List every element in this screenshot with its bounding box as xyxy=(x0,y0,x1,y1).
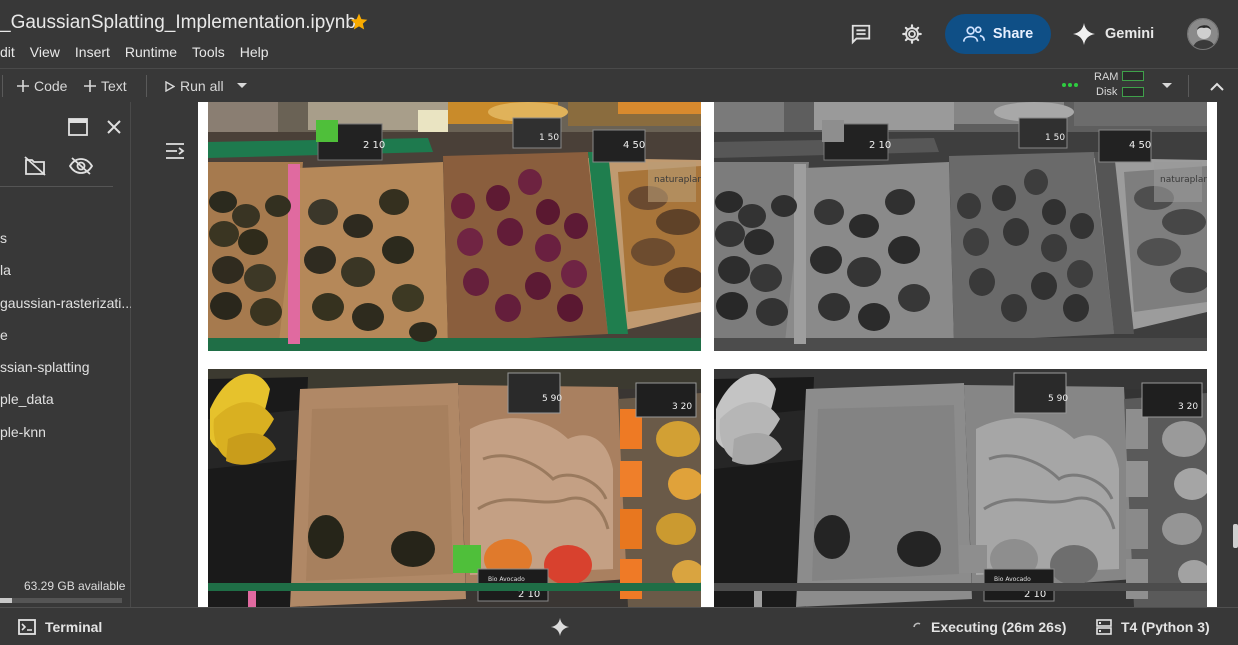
resources-indicator[interactable]: RAM Disk xyxy=(1062,69,1158,103)
chevron-up-icon xyxy=(1210,82,1224,91)
price-tag-text: 4 50 xyxy=(623,140,645,151)
menu-runtime[interactable]: Runtime xyxy=(125,44,177,62)
menu-tools[interactable]: Tools xyxy=(192,44,225,62)
price-tag-text: 1 50 xyxy=(1045,133,1065,143)
gemini-sparkle-icon xyxy=(1073,23,1095,45)
file-item[interactable]: s xyxy=(0,226,131,258)
star-icon[interactable] xyxy=(349,12,369,32)
scrollbar-thumb[interactable] xyxy=(1233,524,1238,548)
plus-icon xyxy=(17,80,29,92)
resources-dropdown[interactable] xyxy=(1161,76,1173,96)
terminal-label: Terminal xyxy=(45,619,103,635)
connected-dots-icon xyxy=(1062,83,1080,87)
folder-off-icon[interactable] xyxy=(24,156,46,181)
play-icon xyxy=(165,80,175,92)
price-tag-text: 4 50 xyxy=(1129,140,1151,151)
avatar[interactable] xyxy=(1187,18,1219,50)
file-item[interactable]: gaussian-rasterizati... xyxy=(0,291,131,323)
file-panel: s la gaussian-rasterizati... e ssian-spl… xyxy=(0,102,131,607)
share-label: Share xyxy=(992,26,1034,42)
share-button[interactable]: Share xyxy=(945,14,1051,54)
price-tag-text: 2 10 xyxy=(869,140,891,151)
menu-bar: dit View Insert Runtime Tools Help xyxy=(0,44,284,62)
toolbar-divider xyxy=(146,75,147,97)
market-avocados-color: 2 10 1 50 4 50 naturaplan xyxy=(208,102,701,351)
file-item[interactable]: la xyxy=(0,258,131,290)
menu-edit[interactable]: dit xyxy=(0,44,15,62)
terminal-button[interactable]: Terminal xyxy=(18,617,102,637)
price-tag-text: 3 20 xyxy=(672,402,692,412)
disk-available-text: 63.29 GB available xyxy=(24,579,126,593)
ram-label: RAM xyxy=(1094,71,1119,83)
cell-output: 2 10 1 50 4 50 naturaplan 2 10 1 50 4 50… xyxy=(198,102,1217,607)
people-icon xyxy=(962,26,985,42)
add-code-label: Code xyxy=(34,78,68,94)
header: _GaussianSplatting_Implementation.ipynb … xyxy=(0,0,1238,68)
file-list: s la gaussian-rasterizati... e ssian-spl… xyxy=(0,226,131,452)
file-item[interactable]: ssian-splatting xyxy=(0,355,131,387)
run-all-dropdown[interactable] xyxy=(236,76,248,96)
visibility-off-icon[interactable] xyxy=(68,157,94,180)
gear-icon[interactable] xyxy=(899,21,925,47)
menu-insert[interactable]: Insert xyxy=(75,44,110,62)
caret-down-icon xyxy=(1162,83,1172,88)
runtime-button[interactable]: T4 (Python 3) xyxy=(1096,617,1210,637)
file-item[interactable]: e xyxy=(0,323,131,355)
terminal-icon xyxy=(18,619,36,635)
run-all-label: Run all xyxy=(180,78,224,94)
disk-usage-fill xyxy=(0,598,13,603)
svg-text:naturaplan: naturaplan xyxy=(1160,175,1207,185)
market-empty-box-grayscale: Bio Avocado 2 10 5 90 3 20 xyxy=(714,369,1207,607)
gemini-status-button[interactable] xyxy=(550,617,570,637)
status-bar: Terminal Executing (26m 26s) T4 (Python … xyxy=(0,607,1238,645)
disk-usage-bar xyxy=(0,598,122,603)
gemini-button[interactable]: Gemini xyxy=(1072,18,1154,50)
disk-label: Disk xyxy=(1096,86,1118,98)
runtime-label: T4 (Python 3) xyxy=(1121,619,1210,635)
price-tag-text: 2 10 xyxy=(363,140,385,151)
toolbar-divider xyxy=(2,75,3,97)
price-tag-text: 3 20 xyxy=(1178,402,1198,412)
collapse-header-button[interactable] xyxy=(1210,76,1224,96)
panel-divider xyxy=(0,186,113,187)
side-rail xyxy=(131,102,198,607)
caret-down-icon xyxy=(237,83,247,88)
price-tag-text: 5 90 xyxy=(542,394,562,404)
notebook-title[interactable]: _GaussianSplatting_Implementation.ipynb xyxy=(0,12,356,34)
menu-view[interactable]: View xyxy=(30,44,60,62)
ram-bar xyxy=(1122,71,1144,81)
menu-help[interactable]: Help xyxy=(240,44,269,62)
maximize-panel-icon[interactable] xyxy=(68,118,88,141)
market-empty-box-color: Bio Avocado 2 10 5 90 3 20 xyxy=(208,369,701,607)
file-item[interactable]: ple_data xyxy=(0,387,131,419)
spinner-icon xyxy=(913,622,921,628)
toolbar: Code Text Run all RAM Disk xyxy=(0,68,1238,102)
add-text-label: Text xyxy=(101,78,127,94)
toolbar-divider xyxy=(1188,75,1189,97)
colab-window: _GaussianSplatting_Implementation.ipynb … xyxy=(0,0,1238,645)
plus-icon xyxy=(84,80,96,92)
svg-text:naturaplan: naturaplan xyxy=(654,175,701,185)
gemini-sparkle-icon xyxy=(550,617,570,637)
toc-toggle-icon[interactable] xyxy=(165,142,185,165)
close-icon[interactable] xyxy=(106,119,122,140)
price-tag-text: 5 90 xyxy=(1048,394,1068,404)
executing-text: Executing (26m 26s) xyxy=(931,619,1067,635)
executing-indicator[interactable]: Executing (26m 26s) xyxy=(912,617,1066,637)
price-tag-text: 1 50 xyxy=(539,133,559,143)
server-icon xyxy=(1096,619,1112,635)
price-tag-label: Bio Avocado xyxy=(488,576,525,583)
gemini-label: Gemini xyxy=(1105,26,1155,42)
market-avocados-grayscale: 2 10 1 50 4 50 naturaplan xyxy=(714,102,1207,351)
run-all-button[interactable]: Run all xyxy=(165,76,224,96)
file-item[interactable]: ple-knn xyxy=(0,420,131,452)
disk-bar xyxy=(1122,87,1144,97)
add-text-button[interactable]: Text xyxy=(84,76,127,96)
comment-icon[interactable] xyxy=(848,21,874,47)
price-tag-label: Bio Avocado xyxy=(994,576,1031,583)
add-code-button[interactable]: Code xyxy=(17,76,67,96)
